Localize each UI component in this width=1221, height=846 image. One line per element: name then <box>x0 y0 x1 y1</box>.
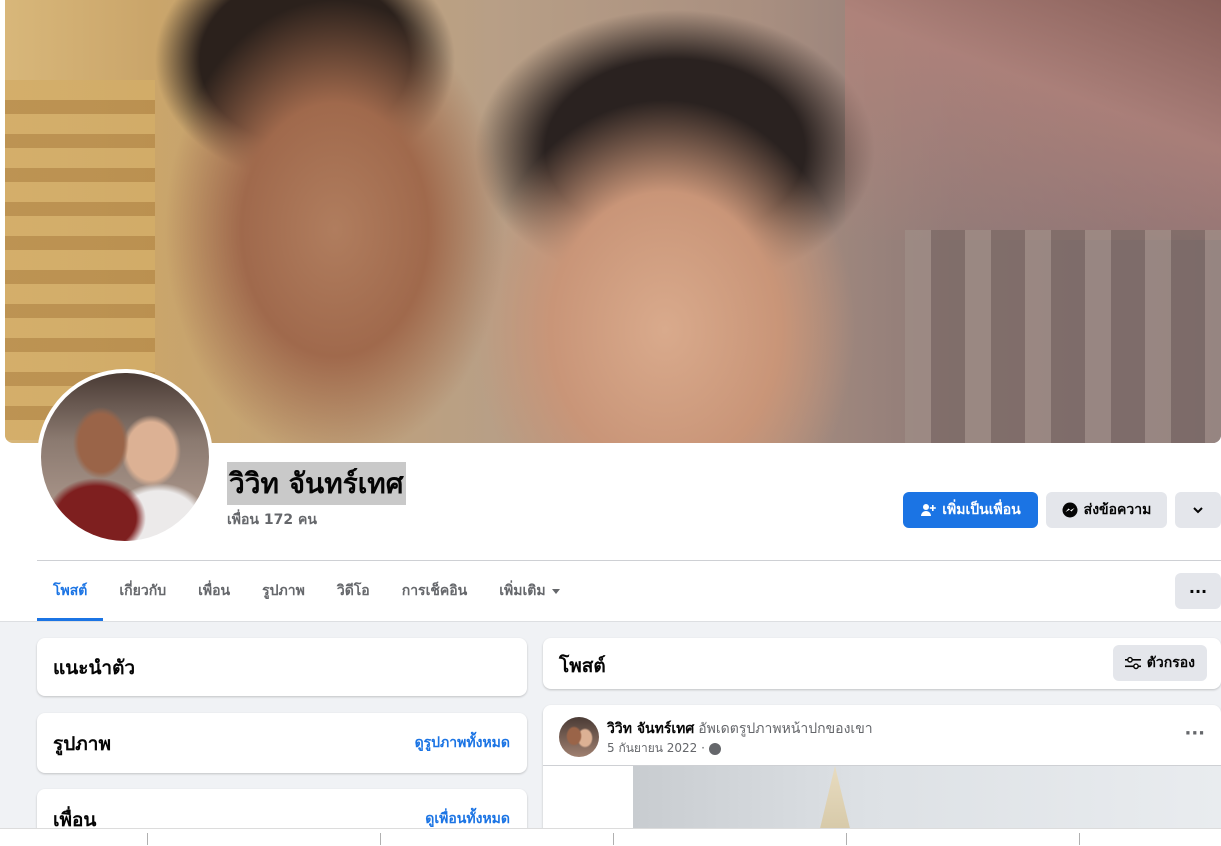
tab-more[interactable]: เพิ่มเติม <box>483 561 575 621</box>
post-header-text: วิวิท จันทร์เทศ อัพเดตรูปภาพหน้าปกของเขา <box>607 718 873 740</box>
profile-name: วิวิท จันทร์เทศ <box>227 462 406 505</box>
message-label: ส่งข้อความ <box>1083 502 1152 518</box>
filter-button[interactable]: ตัวกรอง <box>1112 645 1207 681</box>
posts-header-card: โพสต์ ตัวกรอง <box>543 638 1221 689</box>
bottom-separator <box>613 833 614 845</box>
see-all-photos-link[interactable]: ดูรูปภาพทั้งหมด <box>415 732 510 754</box>
bottom-separator <box>147 833 148 845</box>
profile-more-button[interactable] <box>1175 492 1221 528</box>
profile-picture-image <box>41 373 209 541</box>
message-button[interactable]: ส่งข้อความ <box>1046 492 1167 528</box>
filter-label: ตัวกรอง <box>1146 655 1195 671</box>
bottom-separator <box>846 833 847 845</box>
messenger-icon <box>1062 502 1078 518</box>
add-friend-button[interactable]: เพิ่มเป็นเพื่อน <box>903 492 1038 528</box>
tabs-ellipsis-button[interactable]: ··· <box>1175 573 1221 609</box>
post-author-avatar[interactable] <box>559 717 599 757</box>
tab-photos[interactable]: รูปภาพ <box>246 561 321 621</box>
posts-title: โพสต์ <box>559 655 606 677</box>
bottom-strip <box>0 828 1221 846</box>
chevron-down-icon <box>1193 507 1203 514</box>
post-options-button[interactable]: ··· <box>1184 723 1205 744</box>
post-action-text: อัพเดตรูปภาพหน้าปกของเขา <box>698 721 873 737</box>
friends-count[interactable]: เพื่อน 172 คน <box>227 509 317 531</box>
cover-photo-pillars <box>905 230 1221 443</box>
photos-card: รูปภาพ ดูรูปภาพทั้งหมด <box>37 713 527 773</box>
tab-friends[interactable]: เพื่อน <box>182 561 246 621</box>
tab-checkins[interactable]: การเช็คอิน <box>386 561 484 621</box>
tab-videos[interactable]: วิดีโอ <box>321 561 386 621</box>
tab-about[interactable]: เกี่ยวกับ <box>103 561 182 621</box>
cover-photo[interactable] <box>5 0 1221 443</box>
add-friend-label: เพิ่มเป็นเพื่อน <box>942 502 1021 518</box>
tab-posts[interactable]: โพสต์ <box>37 561 104 621</box>
cover-photo-roof <box>845 0 1221 240</box>
profile-picture[interactable] <box>37 369 213 545</box>
ellipsis-icon: ··· <box>1188 581 1208 601</box>
see-all-friends-link[interactable]: ดูเพื่อนทั้งหมด <box>425 808 510 830</box>
post-author-name[interactable]: วิวิท จันทร์เทศ <box>607 721 694 737</box>
intro-title: แนะนำตัว <box>53 657 136 679</box>
globe-icon <box>708 742 721 755</box>
sliders-icon <box>1124 656 1141 670</box>
post-timestamp-row: 5 กันยายน 2022 · <box>607 739 721 758</box>
caret-down-icon <box>551 588 560 594</box>
post-timestamp[interactable]: 5 กันยายน 2022 · <box>607 739 705 758</box>
photos-title: รูปภาพ <box>53 733 111 755</box>
post-card: วิวิท จันทร์เทศ อัพเดตรูปภาพหน้าปกของเขา … <box>543 705 1221 846</box>
profile-tabs: โพสต์ เกี่ยวกับ เพื่อน รูปภาพ วิดีโอ การ… <box>37 561 576 621</box>
bottom-separator <box>1079 833 1080 845</box>
person-plus-icon <box>921 504 937 516</box>
intro-card: แนะนำตัว <box>37 638 527 696</box>
bottom-separator <box>380 833 381 845</box>
